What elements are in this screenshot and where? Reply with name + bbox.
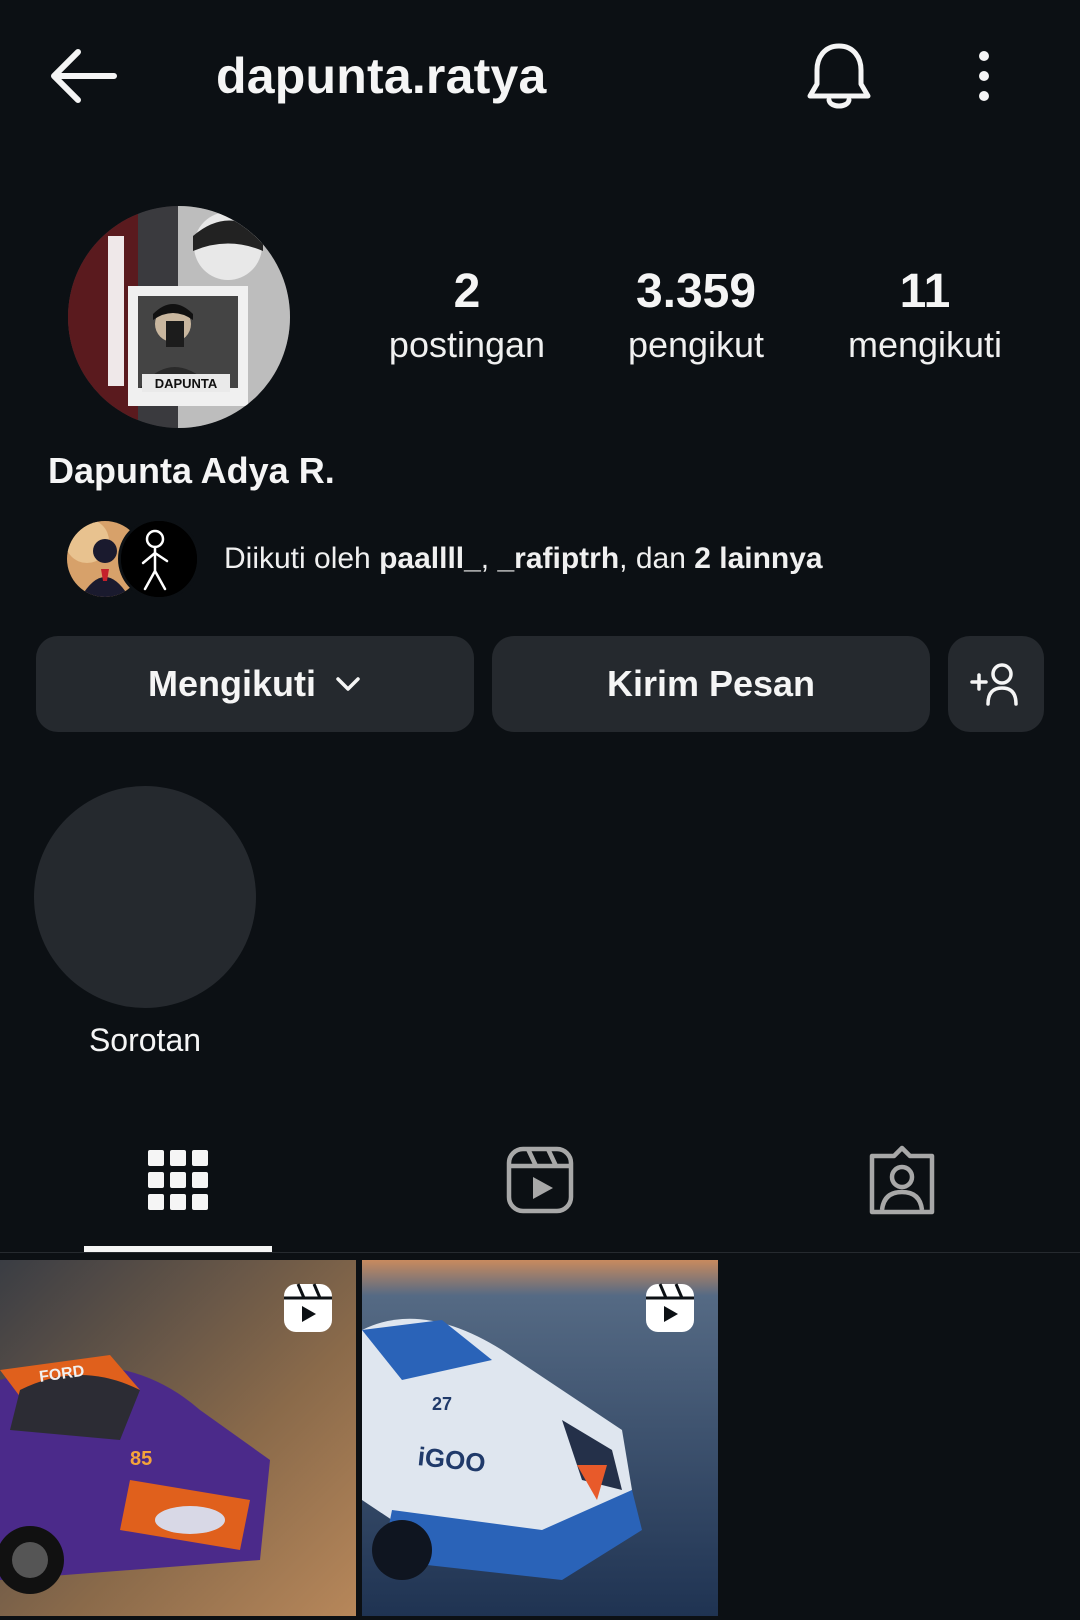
profile-avatar[interactable]: DAPUNTA <box>68 206 290 428</box>
followed-by-sep: , <box>480 542 498 575</box>
followed-by-mid: , dan <box>619 542 695 575</box>
tab-divider <box>0 1252 1080 1253</box>
followed-by-prefix: Diikuti oleh <box>224 542 380 575</box>
follower-name-2[interactable]: _rafiptrh <box>497 542 619 575</box>
stat-posts-count: 2 <box>453 265 481 318</box>
follower-name-1[interactable]: paallll_ <box>379 542 481 575</box>
followed-by-text[interactable]: Diikuti oleh paallll_, _rafiptrh, dan 2 … <box>224 538 823 580</box>
chevron-down-icon <box>336 677 360 691</box>
add-user-icon <box>970 663 1018 706</box>
profile-full-name: Dapunta Adya R. <box>48 450 335 491</box>
bell-icon[interactable] <box>804 38 874 114</box>
stat-posts[interactable]: 2 postingan <box>367 262 567 368</box>
highlight-circle[interactable] <box>34 786 256 1008</box>
post-2-number: 27 <box>432 1394 452 1414</box>
back-arrow-icon[interactable] <box>48 46 120 106</box>
more-options-icon[interactable] <box>966 48 1002 108</box>
followed-by-others[interactable]: 2 lainnya <box>694 542 822 575</box>
follower-avatar-2[interactable] <box>118 518 200 600</box>
stat-followers[interactable]: 3.359 pengikut <box>596 262 796 368</box>
reel-badge-icon <box>646 1283 694 1332</box>
tagged-icon[interactable] <box>866 1144 938 1216</box>
stat-following[interactable]: 11 mengikuti <box>825 262 1025 368</box>
send-message-button[interactable]: Kirim Pesan <box>492 636 930 732</box>
post-1-number: 85 <box>130 1448 152 1470</box>
stat-posts-label: postingan <box>388 324 546 365</box>
following-button-label: Mengikuti <box>148 663 316 704</box>
profile-username: dapunta.ratya <box>216 48 547 104</box>
highlight-label: Sorotan <box>88 1022 202 1058</box>
stat-followers-label: pengikut <box>627 324 765 365</box>
add-user-button[interactable] <box>948 636 1044 732</box>
following-button[interactable]: Mengikuti <box>36 636 474 732</box>
stat-following-count: 11 <box>899 265 951 318</box>
send-message-label: Kirim Pesan <box>606 663 816 704</box>
reels-icon[interactable] <box>504 1144 576 1216</box>
stat-following-label: mengikuti <box>847 324 1003 365</box>
grid-icon[interactable] <box>142 1144 214 1216</box>
avatar-text: DAPUNTA <box>155 376 218 391</box>
stat-followers-count: 3.359 <box>635 265 757 318</box>
post-thumbnail-2[interactable]: iGOO 27 <box>362 1260 718 1616</box>
reel-badge-icon <box>284 1283 332 1332</box>
post-thumbnail-1[interactable]: FORD 85 <box>0 1260 356 1616</box>
